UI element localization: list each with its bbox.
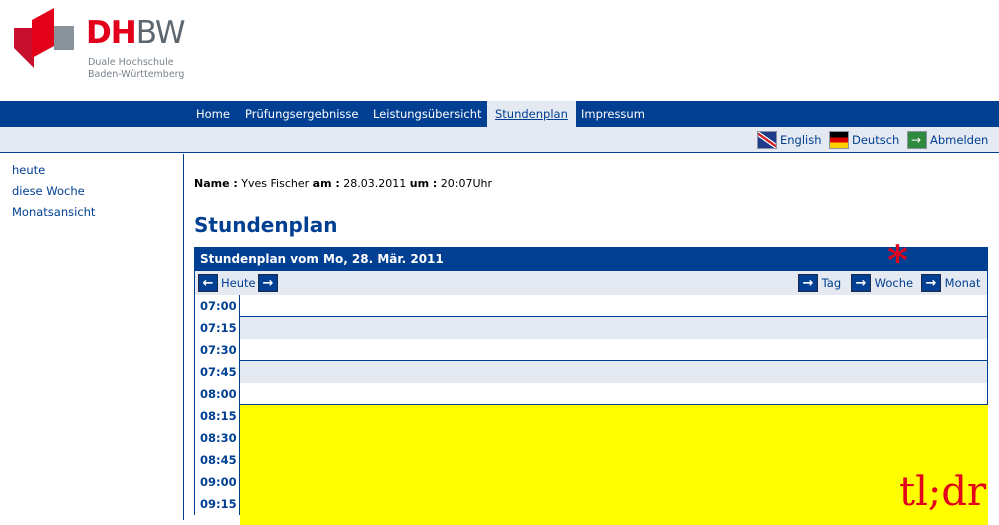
nav-pruefungsergebnisse[interactable]: Prüfungsergebnisse (237, 101, 366, 127)
user-name: Yves Fischer (241, 177, 310, 190)
time-slot-cell[interactable] (240, 317, 988, 339)
page-header: DHBW Duale Hochschule Baden-Württemberg (0, 0, 999, 100)
time-slot-row[interactable]: 07:30 (194, 339, 988, 361)
dhbw-logo[interactable]: DHBW Duale Hochschule Baden-Württemberg (14, 8, 204, 88)
arrow-left-icon: ← (198, 274, 218, 292)
time-slot-row[interactable]: 07:15 (194, 317, 988, 339)
calendar-event-block[interactable] (240, 405, 988, 525)
nav-leistungsuebersicht[interactable]: Leistungsübersicht (365, 101, 490, 127)
month-view-button[interactable]: → Monat (921, 274, 980, 292)
time-slot-cell[interactable] (240, 295, 988, 317)
time-label: 08:30 (194, 427, 240, 449)
time-slot-cell[interactable] (240, 361, 988, 383)
logo-subline: Duale Hochschule Baden-Württemberg (88, 57, 184, 81)
english-label: English (780, 133, 822, 147)
time-label: 09:00 (194, 471, 240, 493)
schedule-grid: 07:00 07:15 07:30 07:45 08:00 08:15 08:3… (194, 295, 988, 525)
sidebar: heute diese Woche Monatsansicht (0, 154, 184, 520)
arrow-right-icon: → (851, 274, 871, 292)
dhbw-logo-mark-icon (14, 8, 74, 68)
user-info-line: Name : Yves Fischer am : 28.03.2011 um :… (194, 177, 492, 190)
arrow-right-icon: → (921, 274, 941, 292)
logo-subline-2: Baden-Württemberg (88, 69, 185, 80)
logo-wordmark: DHBW (86, 15, 186, 51)
sidebar-item-diese-woche[interactable]: diese Woche (12, 184, 85, 198)
exit-icon (907, 131, 927, 149)
deutsch-label: Deutsch (852, 133, 900, 147)
today-link[interactable]: Heute (221, 274, 256, 292)
calendar-header: Stundenplan vom Mo, 28. Mär. 2011 (194, 247, 988, 271)
logout-link[interactable]: Abmelden (907, 131, 988, 149)
next-day-button[interactable]: → (258, 274, 278, 292)
time-slot-row[interactable]: 07:00 (194, 295, 988, 317)
logo-bw: BW (135, 15, 186, 51)
main-navigation: Home Prüfungsergebnisse Leistungsübersic… (0, 101, 999, 127)
time-label: 07:45 (194, 361, 240, 383)
time-label: 07:00 (194, 295, 240, 317)
uk-flag-icon (757, 131, 777, 149)
time-label: 08:15 (194, 405, 240, 427)
deutsch-link[interactable]: Deutsch (829, 131, 899, 149)
german-flag-icon (829, 131, 849, 149)
logout-label: Abmelden (930, 133, 989, 147)
arrow-right-icon: → (258, 274, 278, 292)
page-title: Stundenplan (194, 213, 338, 237)
date-label: am : (312, 177, 340, 190)
time-slot-row[interactable]: 08:00 (194, 383, 988, 405)
time-label: 08:00 (194, 383, 240, 405)
previous-day-button[interactable]: ← (198, 274, 218, 292)
annotation-asterisk: * (887, 237, 908, 284)
language-bar: English Deutsch Abmelden (0, 127, 999, 153)
time-label: 09:15 (194, 493, 240, 515)
english-link[interactable]: English (757, 131, 822, 149)
time-label: 07:15 (194, 317, 240, 339)
logo-dh: DH (86, 15, 137, 51)
arrow-right-icon: → (798, 274, 818, 292)
calendar-navigation: ← Heute → → Tag → Woche → Monat (194, 271, 988, 295)
login-date: 28.03.2011 (343, 177, 407, 190)
time-label: um : (409, 177, 438, 190)
nav-home[interactable]: Home (188, 101, 238, 127)
month-view-label: Monat (944, 276, 981, 290)
time-slot-cell[interactable] (240, 339, 988, 361)
sidebar-item-monatsansicht[interactable]: Monatsansicht (12, 205, 95, 219)
day-view-button[interactable]: → Tag (798, 274, 841, 292)
time-label: 08:45 (194, 449, 240, 471)
name-label: Name : (194, 177, 238, 190)
time-label: 07:30 (194, 339, 240, 361)
day-view-label: Tag (821, 276, 842, 290)
nav-impressum[interactable]: Impressum (573, 101, 653, 127)
login-time: 20:07Uhr (440, 177, 493, 190)
logo-subline-1: Duale Hochschule (88, 57, 174, 68)
time-slot-cell[interactable] (240, 383, 988, 405)
annotation-tldr: tl;dr (899, 469, 987, 515)
sidebar-item-heute[interactable]: heute (12, 163, 45, 177)
nav-stundenplan[interactable]: Stundenplan (487, 101, 576, 127)
time-slot-row[interactable]: 07:45 (194, 361, 988, 383)
